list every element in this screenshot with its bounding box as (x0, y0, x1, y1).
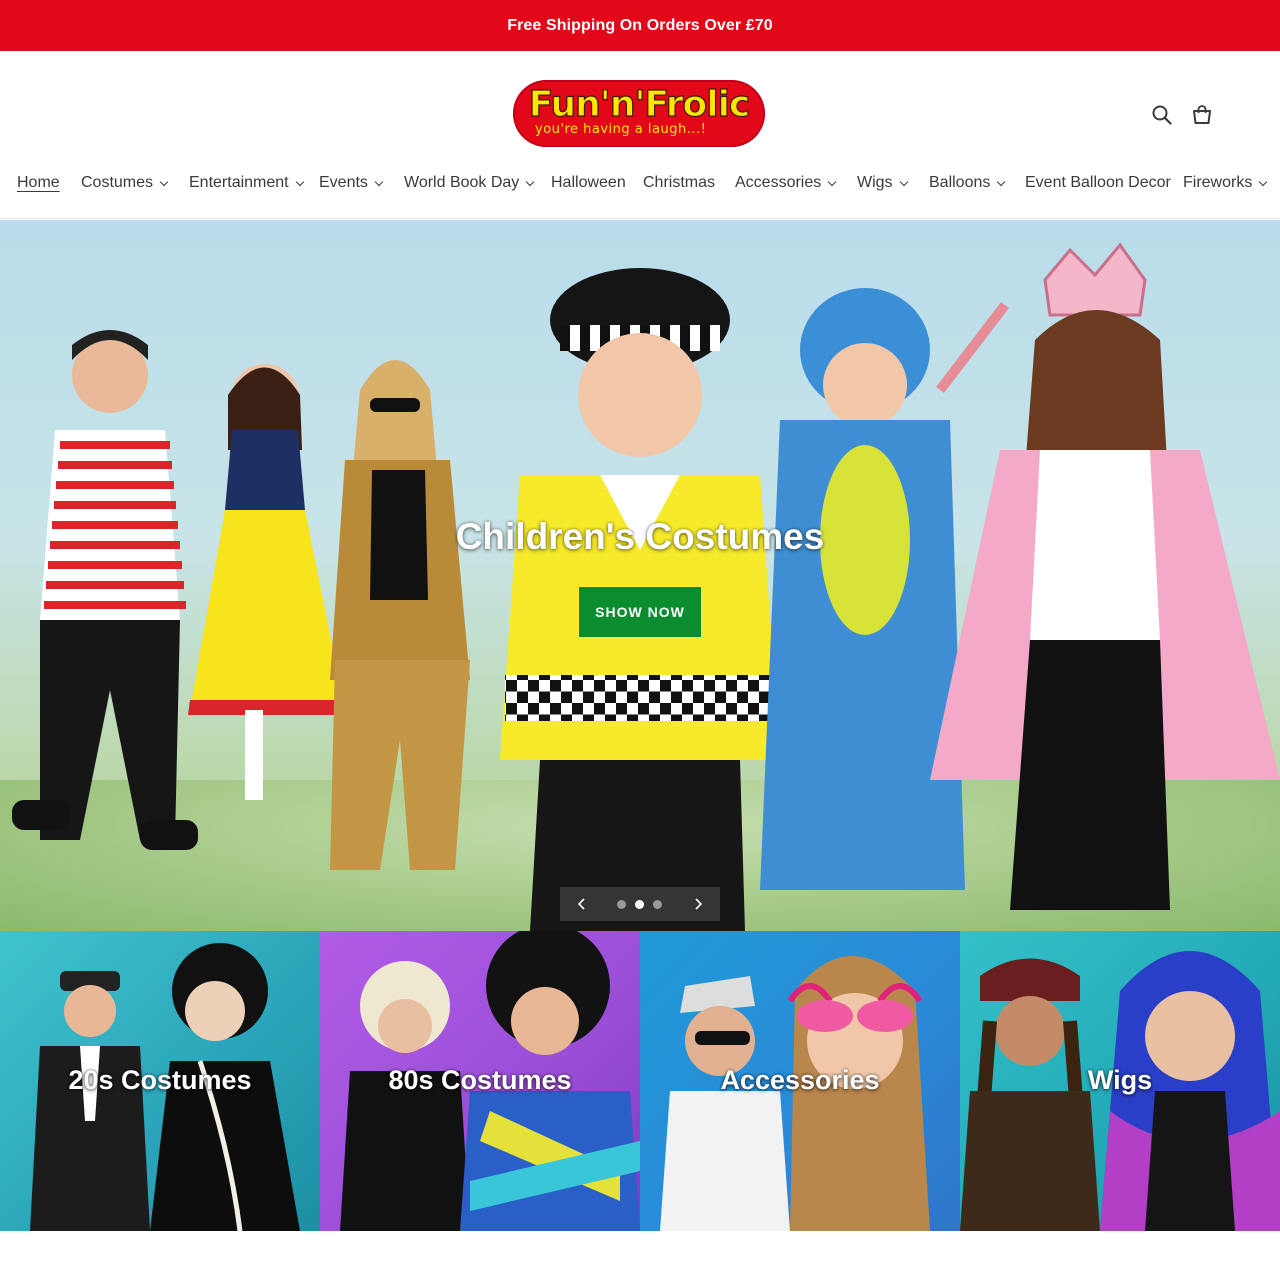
logo-badge: Fun'n'Frolic you're having a laugh...! (513, 80, 765, 147)
slideshow-controls (560, 887, 720, 921)
nav-item-events[interactable]: Events (319, 173, 384, 193)
collection-label: 80s Costumes (388, 1065, 572, 1095)
collection-tile-accessories[interactable]: Accessories (640, 931, 960, 1231)
collection-tile-wigs[interactable]: Wigs (960, 931, 1280, 1231)
nav-label: Halloween (551, 174, 626, 191)
nav-item-event-balloon-decor[interactable]: Event Balloon Decor (1025, 173, 1171, 193)
collection-tile-80s-costumes[interactable]: 80s Costumes (320, 931, 640, 1231)
nav-item-entertainment[interactable]: Entertainment (189, 173, 304, 193)
nav-item-halloween[interactable]: Halloween (551, 173, 626, 193)
chevron-right-icon (695, 898, 703, 910)
search-button[interactable] (1148, 101, 1176, 129)
nav-item-home[interactable]: Home (17, 173, 60, 193)
collection-label: 20s Costumes (68, 1065, 252, 1095)
nav-item-world-book-day[interactable]: World Book Day (404, 173, 535, 193)
hero-slideshow: Children's Costumes SHOW NOW (0, 220, 1280, 931)
nav-item-balloons[interactable]: Balloons (929, 173, 1006, 193)
slide-dot-2[interactable] (635, 900, 644, 909)
nav-label: World Book Day (404, 174, 520, 191)
nav-label: Events (319, 174, 368, 191)
slide-dot-3[interactable] (653, 900, 662, 909)
logo[interactable]: Fun'n'Frolic you're having a laugh...! (513, 80, 765, 147)
cart-icon (1193, 105, 1211, 124)
nav-item-costumes[interactable]: Costumes (81, 173, 169, 193)
logo-tagline: you're having a laugh...! (535, 122, 707, 137)
hero-image-children (12, 242, 1280, 931)
chevron-down-icon (828, 177, 837, 186)
show-now-button[interactable]: SHOW NOW (579, 587, 701, 637)
slide-dot-1[interactable] (617, 900, 626, 909)
chevron-down-icon (159, 177, 169, 186)
slide-next-button[interactable] (676, 887, 720, 921)
hero-title: Children's Costumes (455, 516, 825, 557)
nav-label: Balloons (929, 174, 991, 191)
announcement-bar: Free Shipping On Orders Over £70 (0, 0, 1280, 51)
nav-label: Fireworks (1183, 174, 1253, 191)
chevron-down-icon (295, 177, 304, 186)
slide-previous-button[interactable] (560, 887, 604, 921)
main-navigation: Home Costumes Entertainment Events World… (0, 173, 1280, 195)
nav-item-wigs[interactable]: Wigs (857, 173, 908, 193)
nav-label: Christmas (643, 174, 716, 191)
nav-item-fireworks[interactable]: Fireworks (1183, 173, 1268, 193)
nav-label: Accessories (735, 174, 822, 191)
announcement-text: Free Shipping On Orders Over £70 (507, 16, 773, 34)
nav-label: Home (17, 174, 60, 191)
nav-label: Costumes (81, 174, 154, 191)
chevron-down-icon (374, 177, 384, 186)
cart-button[interactable] (1188, 101, 1216, 129)
chevron-left-icon (577, 898, 585, 910)
nav-item-christmas[interactable]: Christmas (643, 173, 715, 193)
collection-grid: 20s Costumes 80s Costumes Accessories Wi… (0, 931, 1280, 1231)
logo-wordmark: Fun'n'Frolic (528, 84, 751, 125)
chevron-down-icon (526, 177, 535, 186)
collection-label: Accessories (720, 1065, 880, 1095)
collection-label: Wigs (1087, 1065, 1153, 1095)
nav-label: Entertainment (189, 174, 289, 191)
nav-label: Event Balloon Decor (1025, 174, 1171, 191)
nav-label: Wigs (857, 174, 893, 191)
site-header: Fun'n'Frolic you're having a laugh...! H… (0, 51, 1280, 219)
search-icon (1152, 105, 1172, 125)
chevron-down-icon (997, 177, 1006, 186)
chevron-down-icon (899, 177, 908, 186)
nav-item-accessories[interactable]: Accessories (735, 173, 837, 193)
chevron-down-icon (1259, 177, 1268, 186)
collection-tile-20s-costumes[interactable]: 20s Costumes (0, 931, 320, 1231)
